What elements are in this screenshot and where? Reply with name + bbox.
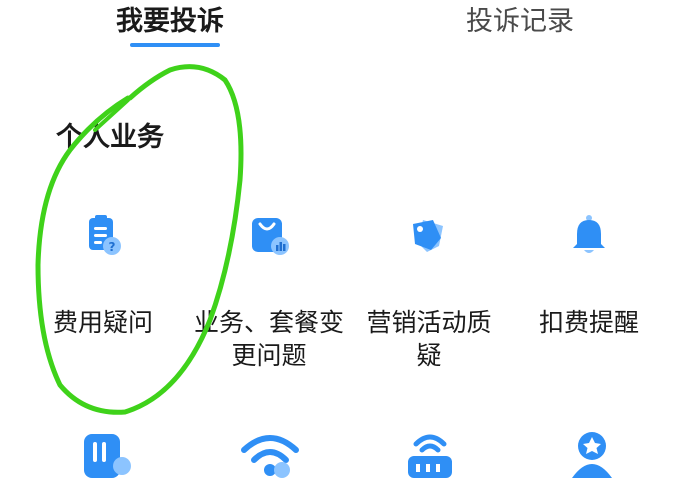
grid-item-promotion-dispute[interactable]: 营销活动质疑 (347, 212, 511, 372)
price-tags-icon (413, 220, 443, 252)
shopping-bag-chart-icon (252, 218, 289, 255)
bell-icon (573, 215, 605, 253)
sim-card-icon[interactable] (78, 428, 138, 478)
tab-bar: 我要投诉 投诉记录 (0, 0, 700, 60)
tab-my-complaint[interactable]: 我要投诉 (116, 4, 224, 40)
grid-item-label: 扣费提醒 (538, 308, 639, 337)
svg-text:?: ? (109, 240, 116, 254)
tab-complaint-records[interactable]: 投诉记录 (466, 4, 574, 40)
grid-item-plan-change[interactable]: 业务、套餐变更问题 (186, 212, 350, 372)
grid-item-label: 营销活动质疑 (366, 308, 492, 370)
grid-item-charge-reminder[interactable]: 扣费提醒 (507, 212, 671, 362)
wifi-signal-icon[interactable] (240, 428, 300, 478)
active-tab-indicator (130, 43, 220, 47)
bill-question-icon: ? (89, 215, 121, 255)
grid-item-billing-question[interactable]: ? 费用疑问 (21, 212, 185, 362)
grid-item-label: 业务、套餐变更问题 (194, 308, 345, 370)
medal-user-icon[interactable] (562, 428, 622, 478)
grid-item-label: 费用疑问 (52, 308, 153, 337)
section-title-personal-business: 个人业务 (56, 122, 164, 153)
router-icon[interactable] (400, 428, 460, 478)
